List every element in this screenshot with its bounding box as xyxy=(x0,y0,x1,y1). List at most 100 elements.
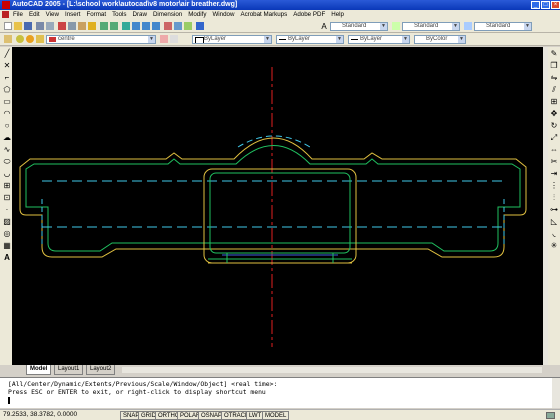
lineweight-select[interactable]: ByLayer ▼ xyxy=(348,35,410,44)
stretch-icon[interactable]: ⇔ xyxy=(549,145,559,155)
layer-freeze-icon[interactable] xyxy=(26,35,34,43)
open-icon[interactable] xyxy=(14,22,22,30)
drawing-area[interactable] xyxy=(12,47,543,365)
mirror-icon[interactable]: ⇋ xyxy=(549,73,559,83)
undo-icon[interactable] xyxy=(100,22,108,30)
spline-icon[interactable]: ∿ xyxy=(2,145,12,155)
circle-icon[interactable]: ○ xyxy=(2,121,12,131)
construction-line-icon[interactable]: ✕ xyxy=(2,61,12,71)
zoom-realtime-icon[interactable] xyxy=(132,22,140,30)
table-style-select[interactable]: Standard ▼ xyxy=(474,22,532,31)
layer-previous-icon[interactable] xyxy=(170,35,178,43)
menu-format[interactable]: Format xyxy=(83,10,109,19)
document-icon[interactable] xyxy=(2,11,9,18)
tab-layout1[interactable]: Layout1 xyxy=(54,365,84,375)
scale-icon[interactable]: ⤢ xyxy=(549,133,559,143)
menu-view[interactable]: View xyxy=(43,10,62,19)
ellipse-icon[interactable]: ⬭ xyxy=(2,157,12,167)
extend-icon[interactable]: ⇥ xyxy=(549,169,559,179)
minimize-button[interactable]: _ xyxy=(531,1,540,9)
break-at-point-icon[interactable]: ⋮ xyxy=(549,181,559,191)
make-object-layer-current-icon[interactable] xyxy=(160,35,168,43)
menu-modify[interactable]: Modify xyxy=(185,10,209,19)
save-icon[interactable] xyxy=(24,22,32,30)
maximize-button[interactable]: □ xyxy=(541,1,550,9)
region-icon[interactable]: ◎ xyxy=(2,229,12,239)
table-icon[interactable]: ▦ xyxy=(2,241,12,251)
chamfer-icon[interactable]: ◺ xyxy=(549,217,559,227)
point-icon[interactable]: · xyxy=(2,205,12,215)
menu-dimension[interactable]: Dimension xyxy=(150,10,185,19)
polygon-icon[interactable]: ⬠ xyxy=(2,85,12,95)
print-preview-icon[interactable] xyxy=(46,22,54,30)
rotate-icon[interactable]: ↻ xyxy=(549,121,559,131)
model-toggle[interactable]: MODEL xyxy=(262,411,290,420)
insert-block-icon[interactable]: ⊞ xyxy=(2,181,12,191)
ellipse-arc-icon[interactable]: ◡ xyxy=(2,169,12,179)
tool-palettes-icon[interactable] xyxy=(184,22,192,30)
menu-insert[interactable]: Insert xyxy=(62,10,83,19)
cursor-coordinates[interactable]: 79.2533, 38.3782, 0.0000 xyxy=(3,410,77,420)
command-cursor[interactable] xyxy=(8,397,10,404)
color-select[interactable]: ByLayer ▼ xyxy=(192,35,272,44)
communication-center-icon[interactable] xyxy=(546,412,555,419)
tab-model[interactable]: Model xyxy=(26,365,52,375)
menu-help[interactable]: Help xyxy=(328,10,347,19)
help-icon[interactable] xyxy=(196,22,204,30)
redo-icon[interactable] xyxy=(110,22,118,30)
line-icon[interactable]: ╱ xyxy=(2,49,12,59)
menu-file[interactable]: File xyxy=(10,10,26,19)
match-properties-icon[interactable] xyxy=(88,22,96,30)
tab-layout2[interactable]: Layout2 xyxy=(86,365,116,375)
revision-cloud-icon[interactable]: ☁ xyxy=(2,133,12,143)
plot-icon[interactable] xyxy=(36,22,44,30)
menu-acrobat-markups[interactable]: Acrobat Markups xyxy=(237,10,290,19)
layer-lock-icon[interactable] xyxy=(36,35,44,43)
autocad-app-icon[interactable] xyxy=(2,1,10,9)
text-style-select[interactable]: Standard ▼ xyxy=(330,22,388,31)
explode-icon[interactable]: ✳ xyxy=(549,241,559,251)
dim-style-icon[interactable] xyxy=(392,22,400,30)
copy-object-icon[interactable]: ❐ xyxy=(549,61,559,71)
paste-icon[interactable] xyxy=(78,22,86,30)
trim-icon[interactable]: ✂ xyxy=(549,157,559,167)
horizontal-scrollbar[interactable] xyxy=(122,367,542,373)
menu-tools[interactable]: Tools xyxy=(109,10,129,19)
polyline-icon[interactable]: ⌐ xyxy=(2,73,12,83)
break-icon[interactable]: ⫶ xyxy=(549,193,559,203)
pan-icon[interactable] xyxy=(122,22,130,30)
move-icon[interactable]: ✥ xyxy=(549,109,559,119)
design-center-icon[interactable] xyxy=(174,22,182,30)
plotstyle-select[interactable]: ByColor ▼ xyxy=(414,35,466,44)
command-window[interactable]: [All/Center/Dynamic/Extents/Previous/Sca… xyxy=(0,377,560,408)
layer-manager-icon[interactable] xyxy=(4,35,12,43)
multiline-text-icon[interactable]: A xyxy=(2,253,12,263)
offset-icon[interactable]: ⫽ xyxy=(549,85,559,95)
join-icon[interactable]: ⊶ xyxy=(549,205,559,215)
zoom-previous-icon[interactable] xyxy=(152,22,160,30)
copy-icon[interactable] xyxy=(68,22,76,30)
cut-icon[interactable] xyxy=(58,22,66,30)
new-icon[interactable] xyxy=(4,22,12,30)
menu-window[interactable]: Window xyxy=(209,10,237,19)
linetype-select[interactable]: ByLayer ▼ xyxy=(276,35,344,44)
make-block-icon[interactable]: ⊡ xyxy=(2,193,12,203)
dim-style-select[interactable]: Standard ▼ xyxy=(402,22,460,31)
erase-icon[interactable]: ✎ xyxy=(549,49,559,59)
close-button[interactable]: × xyxy=(551,1,560,9)
layer-on-icon[interactable] xyxy=(16,35,24,43)
rectangle-icon[interactable]: ▭ xyxy=(2,97,12,107)
layer-select[interactable]: centre ▼ xyxy=(46,35,156,44)
menu-adobe-pdf[interactable]: Adobe PDF xyxy=(290,10,328,19)
zoom-window-icon[interactable] xyxy=(142,22,150,30)
text-style-icon[interactable]: A xyxy=(320,22,328,31)
table-style-icon[interactable] xyxy=(464,22,472,30)
properties-icon[interactable] xyxy=(164,22,172,30)
array-icon[interactable]: ⊞ xyxy=(549,97,559,107)
command-scrollbar[interactable] xyxy=(552,378,560,408)
menu-edit[interactable]: Edit xyxy=(26,10,43,19)
hatch-icon[interactable]: ▨ xyxy=(2,217,12,227)
arc-icon[interactable]: ◠ xyxy=(2,109,12,119)
fillet-icon[interactable]: ◟ xyxy=(549,229,559,239)
menu-draw[interactable]: Draw xyxy=(130,10,150,19)
